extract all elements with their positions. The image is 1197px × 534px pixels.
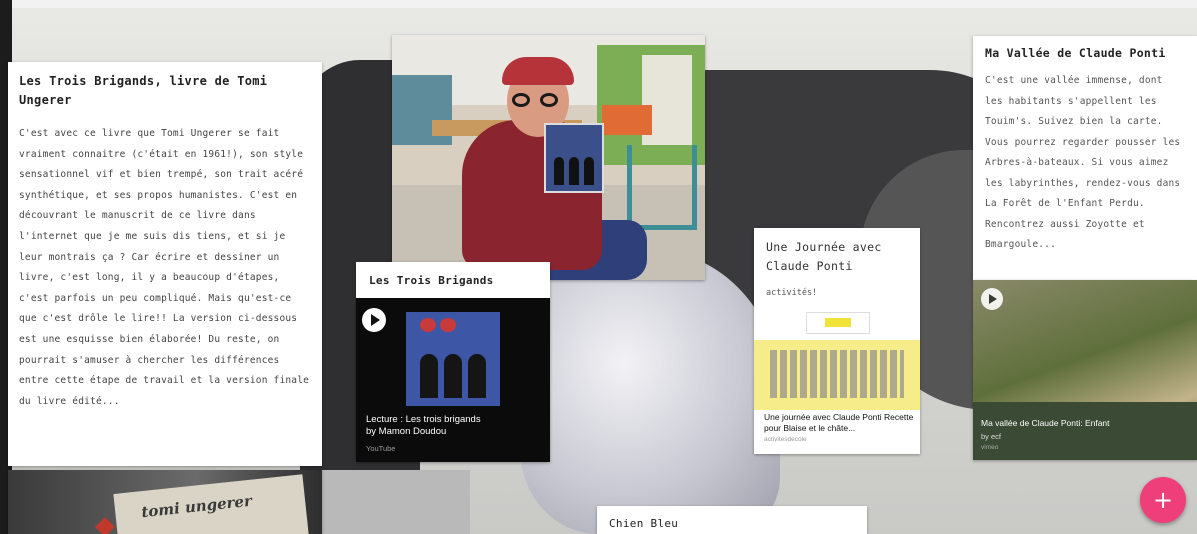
post-body: C'est avec ce livre que Tomi Ungerer se … (19, 128, 310, 407)
padlet-board: Les Trois Brigands, livre de Tomi Ungere… (0, 0, 1197, 534)
manuscript-cover-text: tomi ungerer (140, 491, 253, 522)
cover-figure (444, 354, 462, 398)
post-photo-teacher[interactable] (392, 35, 705, 280)
photo-chair (627, 145, 697, 230)
video-author: by ecf (981, 432, 1002, 441)
link-preview-image (770, 350, 904, 398)
link-domain: activitesdecole (764, 436, 807, 443)
manuscript-cover: tomi ungerer (113, 474, 309, 534)
post-chien-bleu[interactable]: Chien Bleu (597, 506, 867, 534)
post-title: Ma Vallée de Claude Ponti (985, 46, 1166, 60)
video-source: vimeo (981, 444, 999, 451)
add-post-button[interactable]: + (1140, 477, 1186, 523)
play-icon[interactable] (981, 288, 1003, 310)
video-caption-band (973, 402, 1197, 460)
post-title: Chien Bleu (609, 517, 679, 530)
post-vallee-ponti[interactable]: Ma Vallée de Claude Ponti C'est une vall… (973, 36, 1197, 280)
post-body: C'est une vallée immense, dont les habit… (985, 75, 1181, 250)
red-mark (95, 517, 115, 534)
cover-figure (420, 354, 438, 398)
video-title: Ma vallée de Claude Ponti: Enfant (981, 418, 1110, 428)
post-title: Une Journée avec Claude Ponti (766, 240, 882, 273)
photo-person-glasses (512, 93, 564, 107)
link-thumbnail (806, 312, 870, 334)
post-vallee-video[interactable]: Ma vallée de Claude Ponti: Enfant by ecf… (973, 280, 1197, 460)
photo-box (602, 105, 652, 135)
track-info[interactable]: Lecture : Les trois brigands by Mamon Do… (366, 414, 546, 438)
cover-mark (420, 318, 436, 332)
post-brigands-image[interactable]: tomi ungerer (8, 470, 322, 534)
post-journee-ponti[interactable]: Une Journée avec Claude Ponti activités!… (754, 228, 920, 454)
cover-mark (440, 318, 456, 332)
track-title: Lecture : Les trois brigands (366, 414, 481, 425)
post-brigands-audio[interactable]: Les Trois Brigands Lecture : Les trois b… (356, 262, 550, 462)
post-title: Les Trois Brigands (369, 274, 494, 287)
post-brigands-text[interactable]: Les Trois Brigands, livre de Tomi Ungere… (8, 62, 322, 466)
photo-book (544, 123, 604, 193)
background-sheet (520, 250, 780, 534)
photo-person-cap (502, 57, 574, 85)
album-cover (406, 312, 500, 406)
cover-figure (468, 354, 486, 398)
top-edge (12, 0, 1197, 8)
track-author: by Mamon Doudou (366, 426, 447, 437)
post-header: Les Trois Brigands (356, 262, 550, 298)
background-shape (320, 470, 470, 534)
post-tag: activités! (766, 288, 818, 298)
track-source: YouTube (366, 444, 396, 453)
post-title: Les Trois Brigands, livre de Tomi Ungere… (19, 74, 268, 107)
play-icon[interactable] (362, 308, 386, 332)
link-title[interactable]: Une journée avec Claude Ponti Recette po… (764, 412, 914, 434)
